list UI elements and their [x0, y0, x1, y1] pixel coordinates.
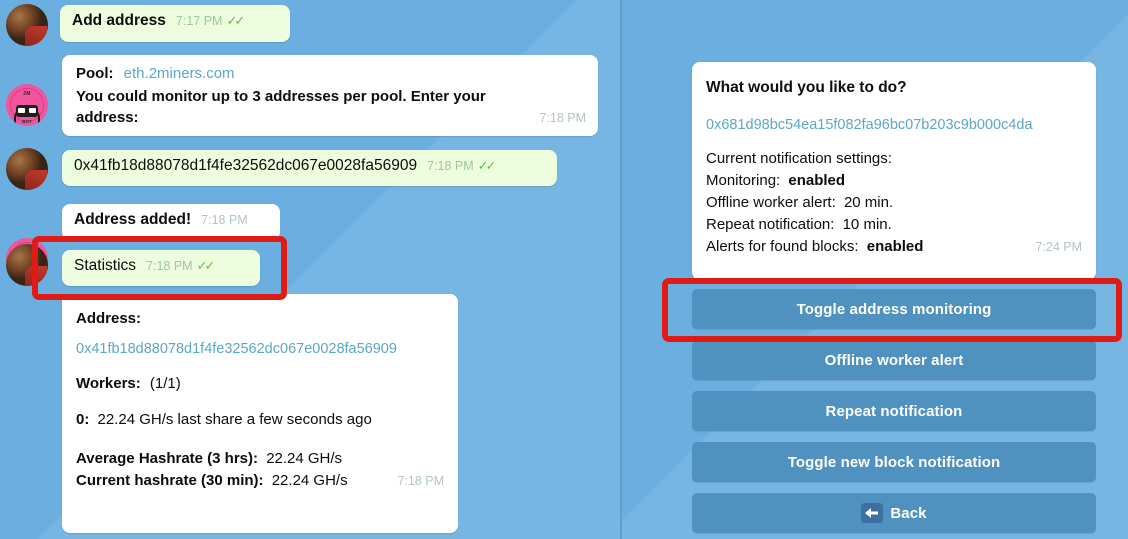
avatar-user[interactable]	[6, 4, 48, 46]
message-bubble-what-would-you-like[interactable]: What would you like to do? 0x681d98bc54e…	[692, 62, 1096, 280]
current-hashrate-label: Current hashrate (30 min):	[76, 472, 264, 489]
button-label: Repeat notification	[825, 402, 963, 420]
setting-row-repeat-notification: Repeat notification: 10 min.	[706, 214, 1082, 236]
setting-value: 10 min.	[842, 216, 892, 233]
worker-id: 0:	[76, 411, 90, 428]
message-bubble-address-added[interactable]: Address added! 7:18 PM	[62, 204, 280, 240]
message-bubble-user-address[interactable]: 0x41fb18d88078d1f4fe32562dc067e0028fa569…	[62, 150, 557, 186]
message-bubble-statistics[interactable]: Statistics 7:18 PM ✓✓	[62, 250, 260, 286]
button-label: Offline worker alert	[824, 351, 964, 369]
button-back[interactable]: Back	[692, 493, 1096, 533]
message-bubble-statistics-report[interactable]: Address: 0x41fb18d88078d1f4fe32562dc067e…	[62, 294, 458, 533]
message-time: 7:18 PM	[539, 111, 586, 125]
button-toggle-new-block-notification[interactable]: Toggle new block notification	[692, 442, 1096, 482]
avatar-user[interactable]	[6, 244, 48, 286]
bot-face-icon: 2M BOT	[6, 84, 48, 126]
read-receipt-icon: ✓✓	[226, 13, 245, 28]
prompt-line-1: You could monitor up to 3 addresses per …	[76, 88, 486, 105]
message-time: 7:18 PM	[397, 474, 444, 488]
setting-row-alerts-found-blocks: Alerts for found blocks: enabled	[706, 237, 923, 257]
pool-line: Pool: eth.2miners.com	[76, 63, 586, 85]
message-time: 7:17 PM	[175, 14, 223, 28]
current-hashrate-row: Current hashrate (30 min): 22.24 GH/s	[76, 471, 348, 491]
average-hashrate-value: 22.24 GH/s	[266, 450, 343, 467]
address-label: Address:	[76, 310, 142, 327]
message-time: 7:18 PM	[146, 259, 193, 273]
read-receipt-icon: ✓✓	[477, 158, 497, 173]
workers-label: Workers:	[76, 375, 141, 392]
button-label: Back	[890, 504, 927, 522]
back-row: Back	[861, 503, 927, 523]
monitored-address[interactable]: 0x681d98bc54ea15f082fa96bc07b203c9b000c4…	[706, 102, 1082, 148]
workers-line: Workers: (1/1)	[76, 366, 444, 402]
button-offline-worker-alert[interactable]: Offline worker alert	[692, 340, 1096, 380]
setting-value: 20 min.	[843, 194, 894, 211]
message-bubble-add-address[interactable]: Add address 7:17 PM ✓✓	[60, 5, 290, 42]
average-hashrate-label: Average Hashrate (3 hrs):	[76, 450, 259, 467]
workers-value: (1/1)	[149, 375, 181, 392]
settings-header: Current notification settings:	[706, 150, 892, 167]
read-receipt-icon: ✓✓	[196, 258, 216, 273]
button-repeat-notification[interactable]: Repeat notification	[692, 391, 1096, 431]
worker-detail: 22.24 GH/s last share a few seconds ago	[97, 411, 372, 428]
button-label: Toggle address monitoring	[796, 300, 992, 318]
button-label: Toggle new block notification	[787, 453, 1001, 471]
message-time: 7:18 PM	[427, 159, 474, 173]
bubble-title: What would you like to do?	[706, 79, 907, 96]
setting-label: Repeat notification:	[706, 216, 835, 233]
pool-label: Pool:	[76, 65, 114, 82]
setting-label: Monitoring:	[706, 172, 781, 189]
setting-label: Alerts for found blocks:	[706, 238, 859, 255]
message-text: 0x41fb18d88078d1f4fe32562dc067e0028fa569…	[74, 157, 418, 174]
setting-row-offline-worker-alert: Offline worker alert: 20 min.	[706, 192, 1082, 214]
message-bubble-pool-prompt[interactable]: Pool: eth.2miners.com You could monitor …	[62, 55, 598, 136]
button-toggle-address-monitoring[interactable]: Toggle address monitoring	[692, 289, 1096, 329]
screenshot-root: 2M BOT 2M BOT 2M BOT	[0, 0, 1128, 539]
avatar-user[interactable]	[6, 148, 48, 190]
message-time: 7:24 PM	[1035, 240, 1082, 254]
message-text: Statistics	[74, 257, 137, 274]
average-hashrate-row: Average Hashrate (3 hrs): 22.24 GH/s	[76, 448, 444, 470]
setting-row-monitoring: Monitoring: enabled	[706, 170, 1082, 192]
current-hashrate-value: 22.24 GH/s	[271, 472, 348, 489]
pool-link[interactable]: eth.2miners.com	[124, 65, 235, 82]
worker-row: 0: 22.24 GH/s last share a few seconds a…	[76, 402, 444, 438]
prompt-line-2: address:	[76, 109, 139, 126]
message-text: Address added!	[74, 211, 192, 228]
message-text: Add address	[72, 12, 166, 29]
setting-value: enabled	[866, 238, 924, 255]
avatar-bot[interactable]: 2M BOT	[6, 84, 48, 126]
setting-label: Offline worker alert:	[706, 194, 836, 211]
left-arrow-icon	[861, 503, 884, 523]
setting-value: enabled	[788, 172, 846, 189]
address-value[interactable]: 0x41fb18d88078d1f4fe32562dc067e0028fa569…	[76, 332, 444, 366]
message-time: 7:18 PM	[201, 213, 248, 227]
